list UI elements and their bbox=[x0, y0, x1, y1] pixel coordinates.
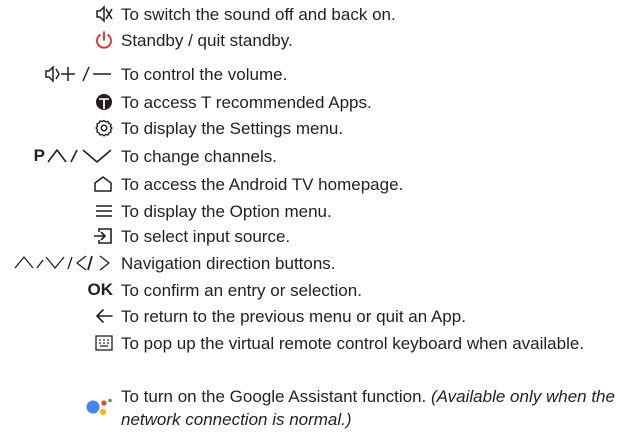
keyboard-icon bbox=[95, 332, 113, 354]
item-description: To access the Android TV homepage. bbox=[121, 175, 404, 194]
item-description: To return to the previous menu or quit a… bbox=[121, 307, 466, 326]
item-description: To confirm an entry or selection. bbox=[121, 281, 362, 300]
item-description: To change channels. bbox=[121, 147, 277, 166]
item-description: To display the Settings menu. bbox=[121, 119, 344, 138]
channel-p-label: P bbox=[33, 146, 45, 165]
remote-button-list: To switch the sound off and back on. Sta… bbox=[0, 0, 623, 439]
ok-label: OK bbox=[87, 280, 114, 299]
mute-icon bbox=[95, 3, 113, 25]
item-description: Standby / quit standby. bbox=[121, 31, 293, 50]
item-description: To select input source. bbox=[121, 227, 291, 246]
item-description: Navigation direction buttons. bbox=[121, 254, 336, 273]
item-description: To control the volume. bbox=[121, 65, 288, 84]
assistant-text: To turn on the Google Assistant function… bbox=[121, 387, 427, 406]
item-description: To access T recommended Apps. bbox=[121, 93, 372, 112]
home-icon bbox=[93, 173, 113, 195]
item-description: To switch the sound off and back on. bbox=[121, 5, 396, 24]
item-description: To pop up the virtual remote control key… bbox=[121, 334, 585, 353]
item-description: To turn on the Google Assistant function… bbox=[121, 385, 616, 431]
ok-icon: OK bbox=[88, 279, 114, 301]
item-description: To display the Option menu. bbox=[121, 202, 332, 221]
volume-icon bbox=[45, 63, 113, 85]
channel-icon: P bbox=[34, 145, 113, 167]
settings-gear-icon bbox=[95, 117, 113, 139]
power-icon bbox=[95, 29, 113, 51]
back-arrow-icon bbox=[95, 305, 113, 327]
input-source-icon bbox=[93, 225, 113, 247]
google-assistant-icon bbox=[85, 397, 113, 419]
menu-icon bbox=[95, 200, 113, 222]
navigation-arrows-icon bbox=[13, 252, 113, 274]
t-apps-icon bbox=[95, 91, 113, 113]
